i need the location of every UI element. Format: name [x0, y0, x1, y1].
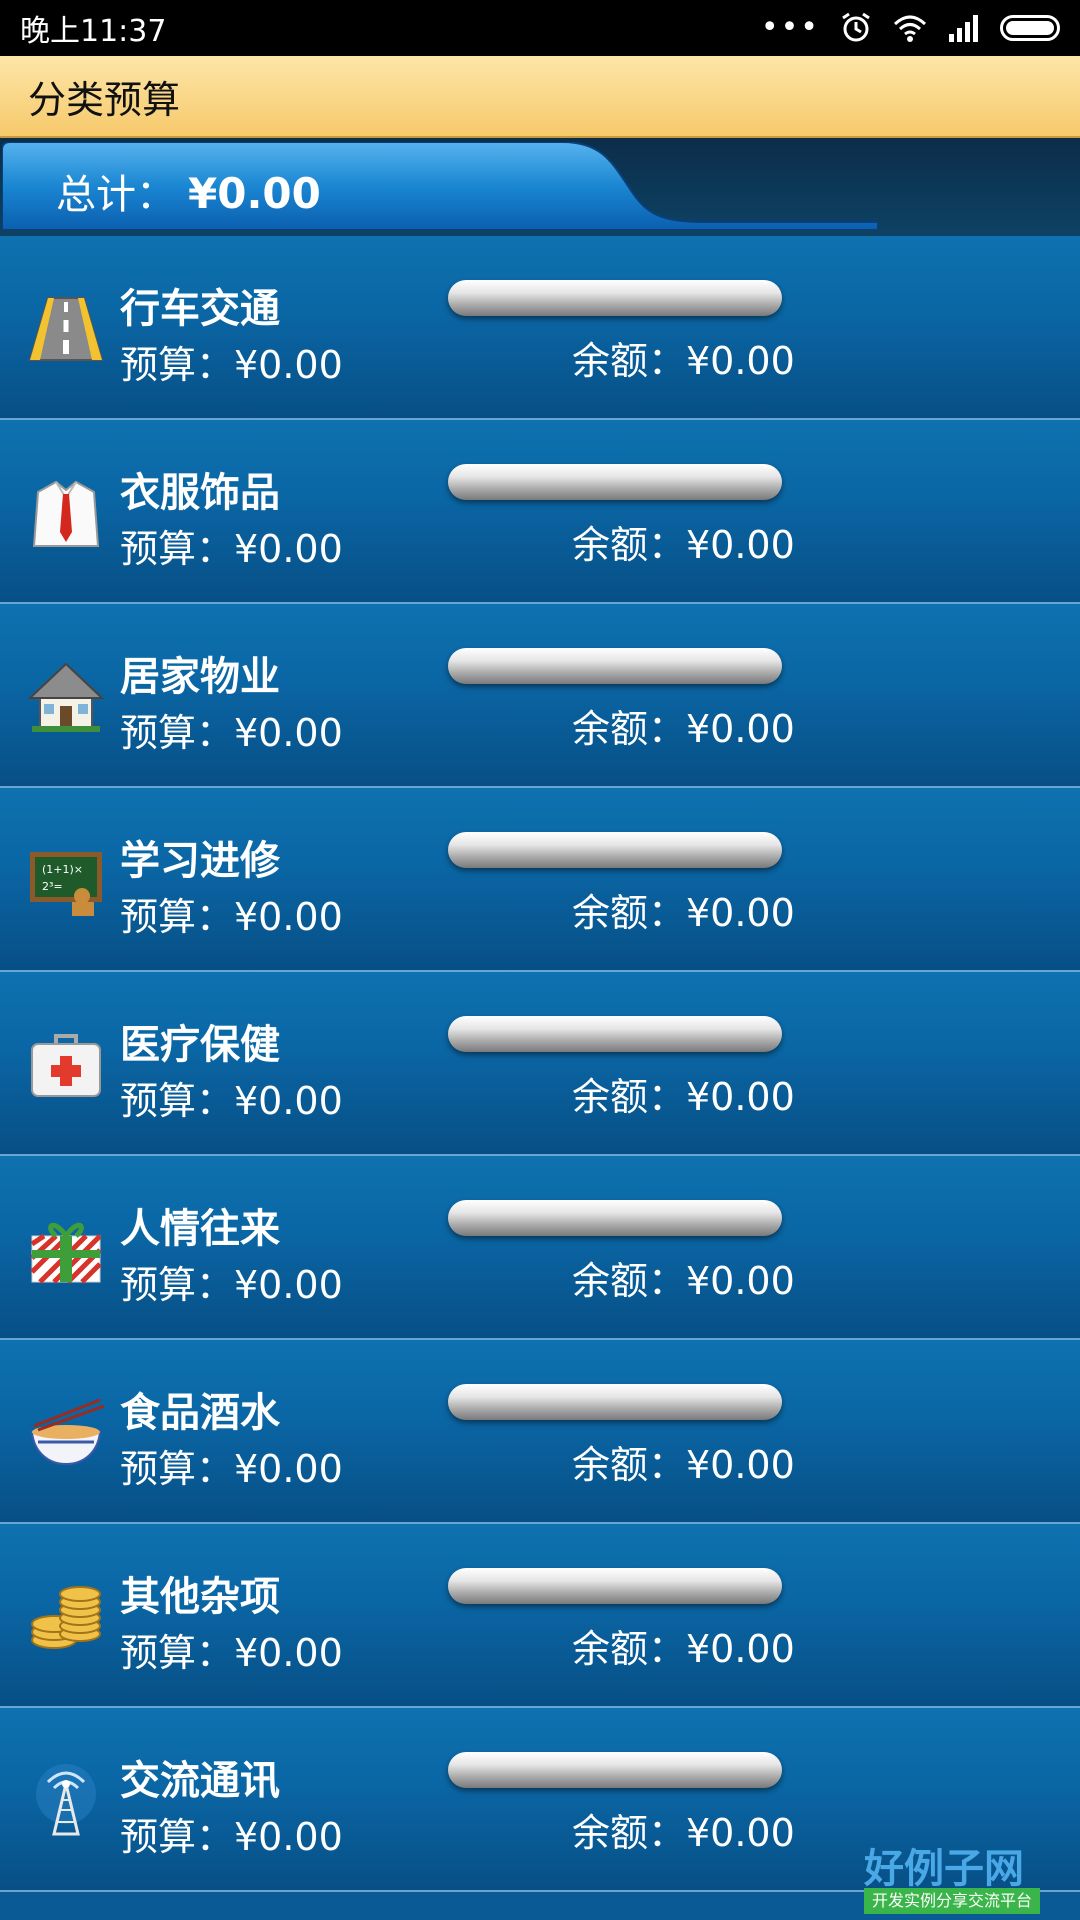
antenna-tower-icon: [26, 1760, 106, 1840]
road-icon: [26, 288, 106, 368]
watermark-subtitle: 开发实例分享交流平台: [864, 1888, 1040, 1914]
budget-row[interactable]: 食品酒水预算：¥0.00 余额：¥0.00: [0, 1340, 1080, 1524]
alarm-icon: [842, 12, 870, 42]
watermark-logo: 好例子网 开发实例分享交流平台: [860, 1836, 1040, 1920]
status-time: 晚上11:37: [20, 14, 167, 49]
budget-progress-bar: [448, 1200, 782, 1236]
budget-row[interactable]: 衣服饰品预算：¥0.00 余额：¥0.00: [0, 420, 1080, 604]
signal-icon: [949, 15, 978, 42]
category-budget: 预算：¥0.00: [120, 711, 343, 755]
category-name: 居家物业: [120, 654, 280, 700]
summary-total: 总计： ¥0.00: [56, 162, 321, 220]
svg-text:2³=: 2³=: [42, 880, 63, 893]
category-name: 医疗保健: [120, 1022, 280, 1068]
house-icon: [26, 656, 106, 736]
budget-row[interactable]: 其他杂项预算：¥0.00 余额：¥0.00: [0, 1524, 1080, 1708]
battery-icon: [1000, 15, 1060, 41]
status-icons: •••: [761, 12, 1060, 44]
category-budget: 预算：¥0.00: [120, 1815, 343, 1859]
gift-icon: [26, 1208, 106, 1288]
watermark-title: 好例子网: [864, 1845, 1024, 1892]
category-balance: 余额：¥0.00: [572, 1811, 795, 1855]
budget-row[interactable]: 医疗保健预算：¥0.00 余额：¥0.00: [0, 972, 1080, 1156]
budget-progress-bar: [448, 832, 782, 868]
summary-label: 总计：: [56, 172, 176, 218]
category-name: 食品酒水: [120, 1390, 280, 1436]
category-balance: 余额：¥0.00: [572, 1443, 795, 1487]
wifi-icon: [893, 15, 927, 42]
category-name: 行车交通: [120, 286, 280, 332]
budget-progress-bar: [448, 280, 782, 316]
category-balance: 余额：¥0.00: [572, 523, 795, 567]
first-aid-kit-icon: [26, 1024, 106, 1104]
budget-row[interactable]: 人情往来预算：¥0.00 余额：¥0.00: [0, 1156, 1080, 1340]
budget-progress-bar: [448, 1016, 782, 1052]
budget-row[interactable]: (1+1)× 2³= 学习进修预算：¥0.00 余额：¥0.00: [0, 788, 1080, 972]
more-dots: •••: [760, 10, 820, 45]
category-name: 人情往来: [120, 1206, 280, 1252]
category-budget: 预算：¥0.00: [120, 343, 343, 387]
noodle-bowl-icon: [26, 1392, 106, 1472]
category-budget: 预算：¥0.00: [120, 1447, 343, 1491]
category-name: 衣服饰品: [120, 470, 280, 516]
category-balance: 余额：¥0.00: [572, 891, 795, 935]
category-balance: 余额：¥0.00: [572, 1259, 795, 1303]
budget-progress-bar: [448, 648, 782, 684]
budget-list: 行车交通 预算：¥0.00 余额：¥0.00 衣服饰品 预算：¥0.00 余额：¥0.00…: [0, 236, 1080, 1920]
budget-row[interactable]: 行车交通预算：¥0.00 余额：¥0.00: [0, 236, 1080, 420]
category-name: 其他杂项: [120, 1574, 280, 1620]
budget-progress-bar: [448, 464, 782, 500]
title-bar: 分类预算: [0, 56, 1080, 138]
budget-progress-bar: [448, 1752, 782, 1788]
category-budget: 预算：¥0.00: [120, 1263, 343, 1307]
chalkboard-icon: (1+1)× 2³=: [26, 840, 106, 920]
category-budget: 预算：¥0.00: [120, 527, 343, 571]
coins-icon: [26, 1576, 106, 1656]
shirt-tie-icon: [26, 472, 106, 552]
category-budget: 预算：¥0.00: [120, 895, 343, 939]
status-bar: 晚上11:37 •••: [0, 0, 1080, 56]
summary-band: 总计： ¥0.00: [0, 138, 1080, 236]
budget-progress-bar: [448, 1384, 782, 1420]
category-name: 学习进修: [120, 838, 280, 884]
svg-text:(1+1)×: (1+1)×: [42, 863, 83, 876]
category-budget: 预算：¥0.00: [120, 1631, 343, 1675]
budget-row[interactable]: 居家物业预算：¥0.00 余额：¥0.00: [0, 604, 1080, 788]
category-name: 交流通讯: [120, 1758, 280, 1804]
page-title: 分类预算: [28, 77, 181, 122]
category-balance: 余额：¥0.00: [572, 339, 795, 383]
budget-progress-bar: [448, 1568, 782, 1604]
summary-amount: ¥0.00: [188, 169, 321, 218]
category-balance: 余额：¥0.00: [572, 1627, 795, 1671]
category-balance: 余额：¥0.00: [572, 1075, 795, 1119]
category-budget: 预算：¥0.00: [120, 1079, 343, 1123]
category-balance: 余额：¥0.00: [572, 707, 795, 751]
